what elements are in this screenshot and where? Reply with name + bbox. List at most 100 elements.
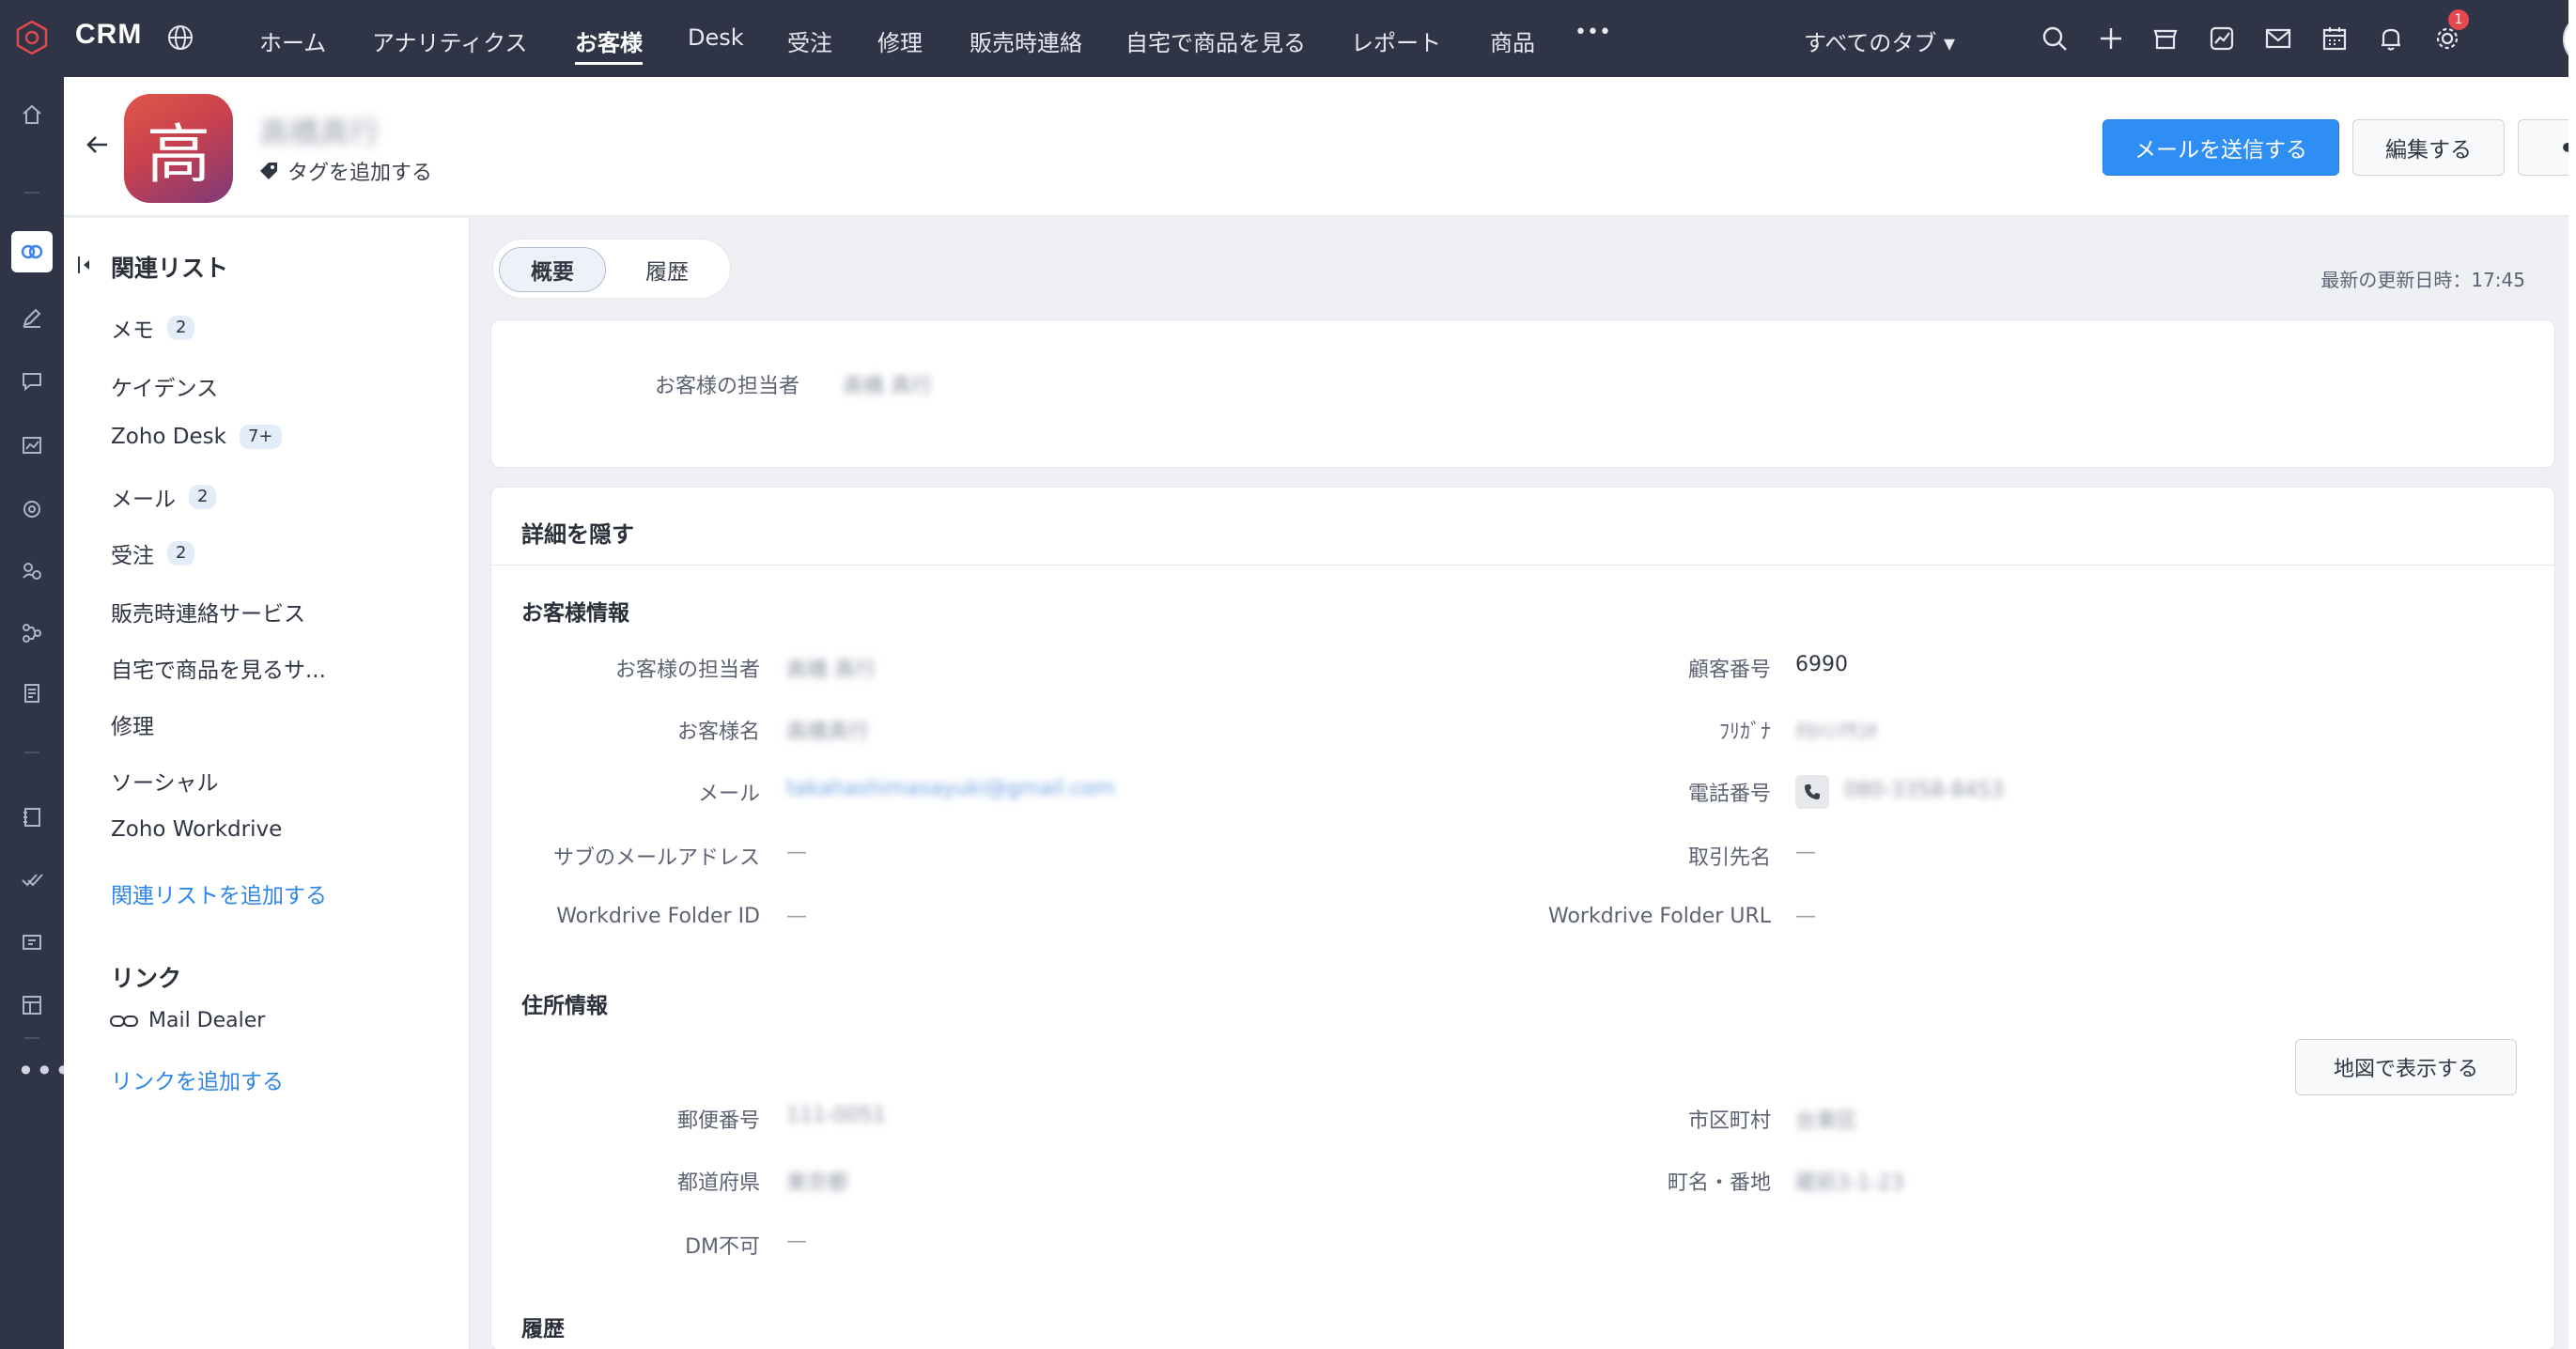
mail-icon[interactable] — [2262, 23, 2294, 54]
related-item-orders[interactable]: 受注 2 — [111, 537, 195, 569]
field-value-email[interactable]: takahashimasayuki@gmail.com — [786, 777, 1115, 800]
phone-icon[interactable] — [1795, 775, 1829, 809]
nav-item-orders[interactable]: 受注 — [787, 24, 832, 57]
edit-button[interactable]: 編集する — [2352, 119, 2505, 176]
app-icon-rail: ••• — [0, 0, 72, 1349]
add-tag-button[interactable]: タグを追加する — [257, 156, 432, 186]
crm-logo-icon[interactable] — [13, 19, 51, 56]
links-section-title: リンク — [111, 965, 182, 992]
rail-divider — [24, 1037, 39, 1039]
feedback-icon[interactable] — [17, 928, 47, 958]
link-chain-icon — [110, 1015, 138, 1027]
field-value-phone[interactable]: 080-3358-8453 — [1844, 779, 2004, 802]
related-item-label: ケイデンス — [111, 377, 219, 401]
related-item-zoho-desk[interactable]: Zoho Desk 7+ — [111, 425, 282, 449]
owner-label: お客様の担当者 — [654, 375, 799, 398]
table-icon[interactable] — [17, 990, 47, 1020]
add-related-list-link[interactable]: 関連リストを追加する — [111, 877, 327, 909]
related-item-social[interactable]: ソーシャル — [111, 765, 219, 797]
owner-card: お客様の担当者 高橋 真行 — [490, 319, 2555, 468]
globe-icon[interactable] — [165, 23, 195, 53]
field-value-postal-code[interactable]: 111-0051 — [786, 1104, 886, 1127]
field-value-customer-name[interactable]: 高橋真行 — [786, 715, 869, 745]
tab-overview[interactable]: 概要 — [499, 247, 606, 292]
related-item-label: 修理 — [111, 715, 154, 739]
nav-item-customers[interactable]: お客様 — [575, 24, 643, 65]
field-value-customer-number[interactable]: 6990 — [1795, 653, 1848, 676]
field-value-account[interactable]: — — [1795, 841, 1816, 864]
field-value-workdrive-id[interactable]: — — [786, 905, 807, 928]
edit-note-icon[interactable] — [17, 302, 47, 333]
related-item-label: 受注 — [111, 544, 154, 568]
nav-more-button[interactable]: ••• — [1575, 21, 1611, 44]
field-value-prefecture[interactable]: 東京都 — [786, 1166, 848, 1196]
chat-icon[interactable] — [17, 366, 47, 396]
field-label: Workdrive Folder URL — [1547, 905, 1771, 928]
workflow-icon[interactable] — [17, 618, 47, 648]
nav-item-sales-contact[interactable]: 販売時連絡 — [970, 24, 1082, 57]
related-item-sales-contact[interactable]: 販売時連絡サービス — [111, 596, 305, 628]
field-value-workdrive-url[interactable]: — — [1795, 905, 1816, 928]
related-item-cadence[interactable]: ケイデンス — [111, 370, 218, 402]
brand-name[interactable]: CRM — [75, 19, 142, 51]
home-icon[interactable] — [17, 100, 47, 130]
settings-gear-icon[interactable] — [2431, 23, 2463, 54]
top-navigation-bar: CRM ホーム アナリティクス お客様 Desk 受注 修理 販売時連絡 自宅で… — [64, 0, 2576, 77]
document-icon[interactable] — [17, 678, 47, 708]
nav-item-home[interactable]: ホーム — [259, 24, 326, 57]
related-item-home-viewing[interactable]: 自宅で商品を見るサ... — [111, 652, 326, 684]
related-records-icon[interactable] — [11, 231, 53, 272]
field-value-street[interactable]: 蔵前3-1-23 — [1795, 1166, 1904, 1196]
history-section-title: 履歴 — [521, 1317, 565, 1341]
field-label: 電話番号 — [1687, 783, 1771, 806]
related-item-workdrive[interactable]: Zoho Workdrive — [111, 817, 282, 842]
owner-value[interactable]: 高橋 真行 — [843, 369, 932, 399]
field-label: お客様名 — [676, 721, 760, 744]
checkmarks-icon[interactable] — [17, 864, 47, 894]
search-records-icon[interactable] — [17, 494, 47, 524]
bell-icon[interactable] — [2375, 23, 2407, 54]
collapse-sidebar-icon[interactable] — [75, 254, 94, 276]
nav-item-reports[interactable]: レポート — [1351, 24, 1441, 57]
nav-item-desk[interactable]: Desk — [688, 24, 744, 51]
related-item-label: Zoho Workdrive — [111, 817, 283, 842]
record-tabs: 概要 履歴 — [492, 239, 731, 299]
nav-item-repairs[interactable]: 修理 — [877, 24, 923, 57]
nav-item-analytics[interactable]: アナリティクス — [372, 24, 527, 57]
nav-item-home-viewing[interactable]: 自宅で商品を見る — [1125, 24, 1306, 57]
field-label: 町名・番地 — [1667, 1171, 1771, 1195]
field-value-furigana[interactable]: ﾀｶﾊｼﾏｻﾕｷ — [1795, 715, 1878, 745]
rail-divider — [24, 192, 39, 194]
field-value-city[interactable]: 台東区 — [1795, 1104, 1857, 1134]
send-mail-button[interactable]: メールを送信する — [2103, 119, 2339, 176]
marketplace-icon[interactable] — [2149, 23, 2181, 54]
related-item-memo[interactable]: メモ 2 — [111, 312, 195, 344]
field-value-sub-email[interactable]: — — [786, 841, 807, 864]
calendar-icon[interactable] — [2319, 23, 2351, 54]
back-arrow-icon[interactable] — [81, 128, 115, 162]
search-icon[interactable] — [2039, 23, 2071, 54]
tab-history[interactable]: 履歴 — [615, 247, 719, 292]
link-label: Mail Dealer — [148, 1009, 266, 1032]
activity-chart-icon[interactable] — [2206, 23, 2238, 54]
all-tabs-dropdown[interactable]: すべてのタブ ▾ — [1804, 24, 1955, 57]
nav-item-products[interactable]: 商品 — [1490, 24, 1535, 57]
field-value-owner[interactable]: 高橋 真行 — [786, 653, 876, 683]
related-item-mail[interactable]: メール 2 — [111, 481, 217, 513]
field-value-dm-opt-out[interactable]: — — [786, 1230, 807, 1253]
more-actions-button[interactable]: ••• — [2518, 119, 2576, 176]
add-icon[interactable] — [2095, 23, 2127, 54]
count-badge: 7+ — [239, 425, 282, 449]
show-map-button[interactable]: 地図で表示する — [2295, 1039, 2517, 1095]
chart-report-icon[interactable] — [17, 430, 47, 460]
link-mail-dealer[interactable]: Mail Dealer — [109, 1009, 265, 1032]
related-item-repairs[interactable]: 修理 — [111, 708, 154, 740]
hide-details-toggle[interactable]: 詳細を隠す — [521, 516, 634, 549]
team-icon[interactable] — [17, 556, 47, 586]
related-item-label: Zoho Desk — [111, 425, 226, 449]
related-item-label: 販売時連絡サービス — [111, 602, 305, 627]
add-link-link[interactable]: リンクを追加する — [111, 1063, 284, 1095]
notebook-icon[interactable] — [17, 802, 47, 832]
record-avatar: 高 — [124, 94, 233, 203]
field-label: 取引先名 — [1687, 846, 1771, 870]
